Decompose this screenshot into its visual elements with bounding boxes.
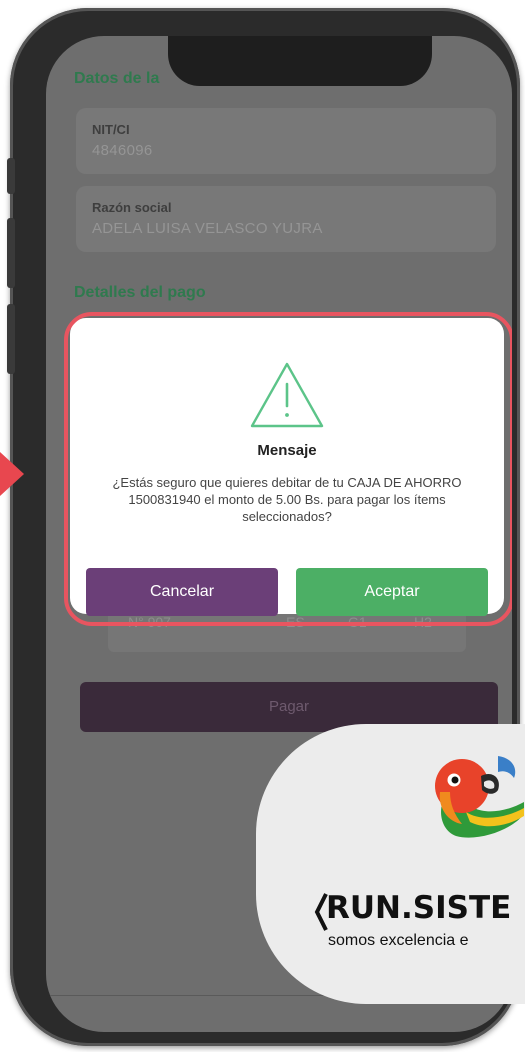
nit-field[interactable]: NIT/CI 4846096 <box>76 108 496 174</box>
phone-notch <box>168 36 432 86</box>
phone-side-button <box>7 158 15 194</box>
phone-volume-up <box>7 218 15 288</box>
dialog-message: ¿Estás seguro que quieres debitar de tu … <box>112 475 462 524</box>
billing-section-title: Datos de la <box>74 70 160 87</box>
row-cell-2: G1 <box>348 614 367 630</box>
razon-social-label: Razón social <box>92 200 172 215</box>
warning-triangle-icon <box>250 362 324 428</box>
parrot-logo-icon <box>435 756 524 838</box>
dialog-title: Mensaje <box>257 442 317 459</box>
confirm-dialog: Mensaje ¿Estás seguro que quieres debita… <box>70 318 504 616</box>
brand-name: RUN.SISTE <box>326 890 512 926</box>
nit-label: NIT/CI <box>92 122 130 137</box>
brand-tagline: somos excelencia e <box>328 932 469 949</box>
brand-card: RUN.SISTE somos excelencia e <box>256 724 525 1004</box>
pointer-arrow-icon <box>0 452 24 496</box>
nit-value: 4846096 <box>92 142 153 159</box>
payment-section-title: Detalles del pago <box>74 284 206 301</box>
cancel-button[interactable]: Cancelar <box>86 568 278 616</box>
razon-social-field[interactable]: Razón social ADELA LUISA VELASCO YUJRA <box>76 186 496 252</box>
razon-social-value: ADELA LUISA VELASCO YUJRA <box>92 220 323 237</box>
row-cell-1: ES <box>286 614 305 630</box>
phone-volume-down <box>7 304 15 374</box>
accept-button[interactable]: Aceptar <box>296 568 488 616</box>
row-cell-3: H2 <box>414 614 432 630</box>
row-number: N° 907 <box>128 614 171 630</box>
